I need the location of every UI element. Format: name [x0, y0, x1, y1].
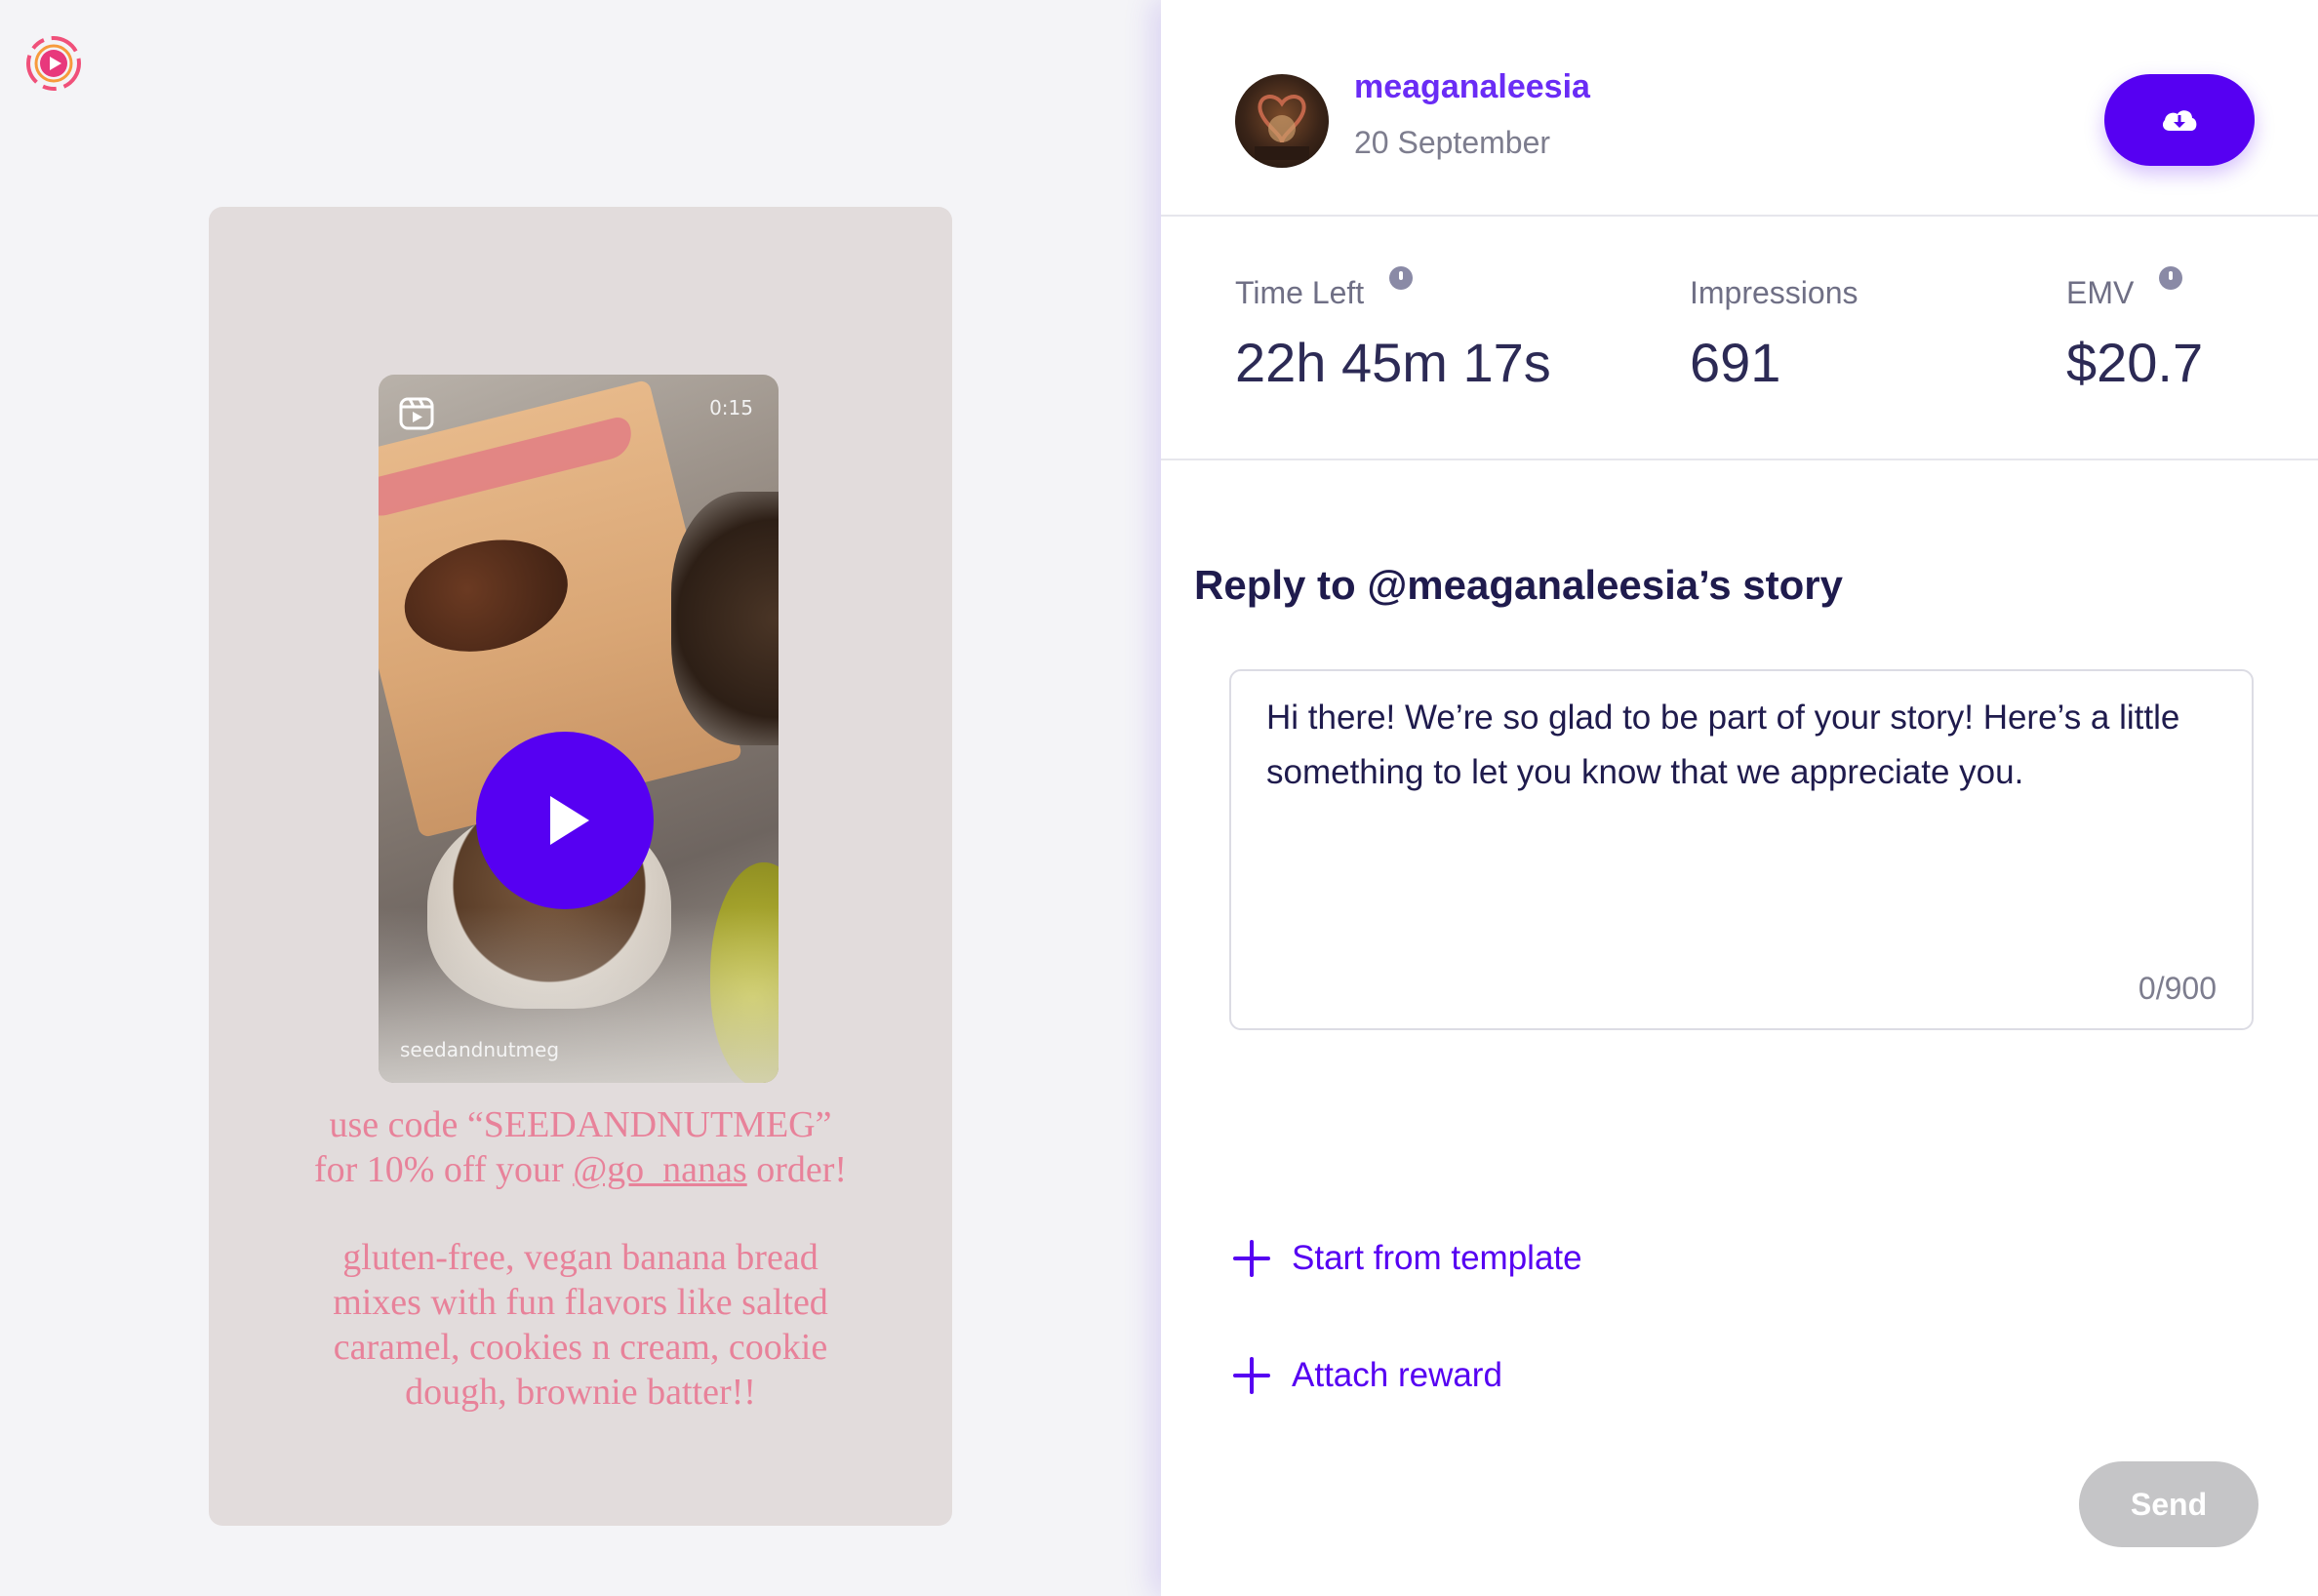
caption-line: for 10% off your @go_nanas order!: [313, 1149, 848, 1190]
caption-line: caramel, cookies n cream, cookie: [333, 1327, 828, 1368]
plus-icon: [1233, 1240, 1270, 1277]
avatar-image: [1255, 95, 1309, 160]
info-icon[interactable]: [1389, 266, 1414, 290]
stat-impressions: Impressions 691: [1690, 275, 1858, 394]
video-duration: 0:15: [709, 396, 753, 419]
caption-line: dough, brownie batter!!: [405, 1372, 756, 1413]
attach-reward-button[interactable]: Attach reward: [1233, 1356, 1502, 1395]
muffin-image: [671, 492, 779, 745]
stat-time-left: Time Left 22h 45m 17s: [1235, 266, 1551, 394]
caption-line: mixes with fun flavors like salted: [333, 1282, 828, 1323]
play-button[interactable]: [476, 732, 654, 909]
info-icon[interactable]: [2159, 266, 2183, 290]
username-link[interactable]: meaganaleesia: [1354, 68, 1590, 106]
story-video[interactable]: 0:15 seedandnutmeg: [379, 375, 779, 1083]
play-icon: [550, 796, 589, 845]
attach-reward-label: Attach reward: [1292, 1356, 1502, 1394]
cloud-download-icon: [2162, 110, 2197, 131]
caption-mention: @go_nanas: [573, 1149, 747, 1190]
story-preview-pane: 0:15 seedandnutmeg use code “SEEDANDNUTM…: [0, 0, 1161, 1596]
story-header: meaganaleesia 20 September: [1161, 0, 2318, 217]
caption-line: use code “SEEDANDNUTMEG”: [329, 1104, 832, 1145]
story-caption: use code “SEEDANDNUTMEG” for 10% off you…: [209, 1102, 952, 1415]
caption-line: gluten-free, vegan banana bread: [342, 1237, 819, 1278]
send-button[interactable]: Send: [2079, 1461, 2258, 1547]
stat-label: EMV: [2066, 275, 2135, 310]
stat-value: 22h 45m 17s: [1235, 332, 1551, 393]
plus-icon: [1233, 1357, 1270, 1394]
download-button[interactable]: [2104, 74, 2255, 166]
stat-value: $20.7: [2066, 332, 2204, 393]
app-window: 0:15 seedandnutmeg use code “SEEDANDNUTM…: [0, 0, 2318, 1596]
start-from-template-button[interactable]: Start from template: [1233, 1239, 1582, 1278]
stat-emv: EMV $20.7: [2066, 266, 2204, 394]
video-handle: seedandnutmeg: [400, 1038, 560, 1061]
stat-label: Impressions: [1690, 275, 1858, 310]
reply-title: Reply to @meaganaleesia’s story: [1194, 562, 1844, 608]
reply-panel: meaganaleesia 20 September Time Left 22h…: [1161, 0, 2318, 1596]
reply-message-input[interactable]: Hi there! We’re so glad to be part of yo…: [1266, 691, 2222, 983]
char-count: 0/900: [2138, 971, 2217, 1006]
message-box: Hi there! We’re so glad to be part of yo…: [1229, 669, 2254, 1030]
stat-label: Time Left: [1235, 275, 1365, 310]
story-stats: Time Left 22h 45m 17s Impressions 691 EM…: [1161, 217, 2318, 460]
start-from-template-label: Start from template: [1292, 1239, 1582, 1277]
post-date: 20 September: [1354, 125, 1551, 160]
story-card: 0:15 seedandnutmeg use code “SEEDANDNUTM…: [209, 207, 952, 1526]
stat-value: 691: [1690, 332, 1781, 393]
app-logo-icon[interactable]: [21, 31, 86, 96]
reels-icon: [399, 397, 434, 430]
avatar[interactable]: [1235, 74, 1329, 168]
